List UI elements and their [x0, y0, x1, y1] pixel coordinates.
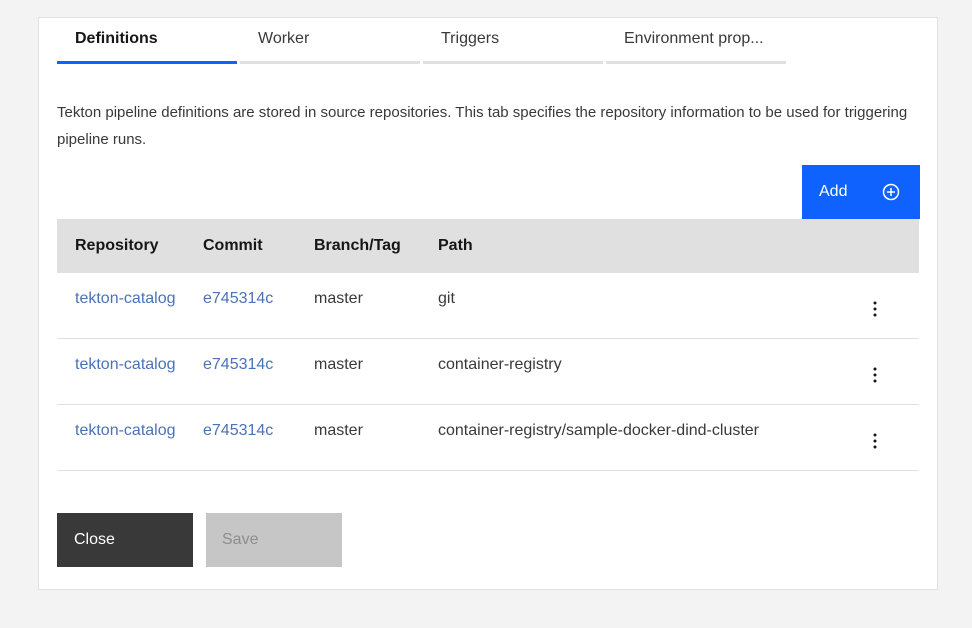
tab-triggers[interactable]: Triggers	[423, 18, 603, 64]
repository-table: Repository Commit Branch/Tag Path tekton…	[57, 219, 919, 471]
header-commit: Commit	[203, 237, 263, 254]
close-button[interactable]: Close	[57, 513, 193, 567]
tab-label: Triggers	[441, 30, 500, 47]
commit-link[interactable]: e745314c	[203, 356, 273, 373]
header-branch-tag: Branch/Tag	[314, 237, 401, 254]
add-button[interactable]: Add	[802, 165, 920, 219]
path-cell: git	[438, 290, 455, 307]
table-row: tekton-catalog e745314c master git	[57, 273, 919, 339]
path-cell: container-registry	[438, 356, 562, 373]
header-repository: Repository	[75, 237, 159, 254]
definitions-panel: Definitions Worker Triggers Environment …	[38, 17, 938, 590]
tab-label: Worker	[258, 30, 310, 47]
branch-cell: master	[314, 356, 363, 373]
tab-label: Definitions	[75, 30, 158, 47]
path-cell: container-registry/sample-docker-dind-cl…	[438, 422, 760, 439]
tab-definitions[interactable]: Definitions	[57, 18, 237, 64]
branch-cell: master	[314, 290, 363, 307]
tab-label: Environment prop...	[624, 30, 764, 47]
repository-link[interactable]: tekton-catalog	[75, 356, 176, 373]
table-row: tekton-catalog e745314c master container…	[57, 405, 919, 471]
overflow-menu-icon[interactable]	[863, 297, 887, 321]
commit-link[interactable]: e745314c	[203, 422, 273, 439]
tab-description: Tekton pipeline definitions are stored i…	[57, 104, 908, 148]
branch-cell: master	[314, 422, 363, 439]
add-circle-icon	[882, 183, 900, 201]
tab-environment-properties[interactable]: Environment prop...	[606, 18, 786, 64]
table-header: Repository Commit Branch/Tag Path	[57, 219, 919, 273]
overflow-menu-icon[interactable]	[863, 363, 887, 387]
overflow-menu-icon[interactable]	[863, 429, 887, 453]
table-row: tekton-catalog e745314c master container…	[57, 339, 919, 405]
add-button-label: Add	[819, 183, 848, 200]
repository-link[interactable]: tekton-catalog	[75, 290, 176, 307]
commit-link[interactable]: e745314c	[203, 290, 273, 307]
tab-worker[interactable]: Worker	[240, 18, 420, 64]
header-path: Path	[438, 237, 473, 254]
tab-list: Definitions Worker Triggers Environment …	[57, 18, 789, 64]
save-button[interactable]: Save	[206, 513, 342, 567]
repository-link[interactable]: tekton-catalog	[75, 422, 176, 439]
